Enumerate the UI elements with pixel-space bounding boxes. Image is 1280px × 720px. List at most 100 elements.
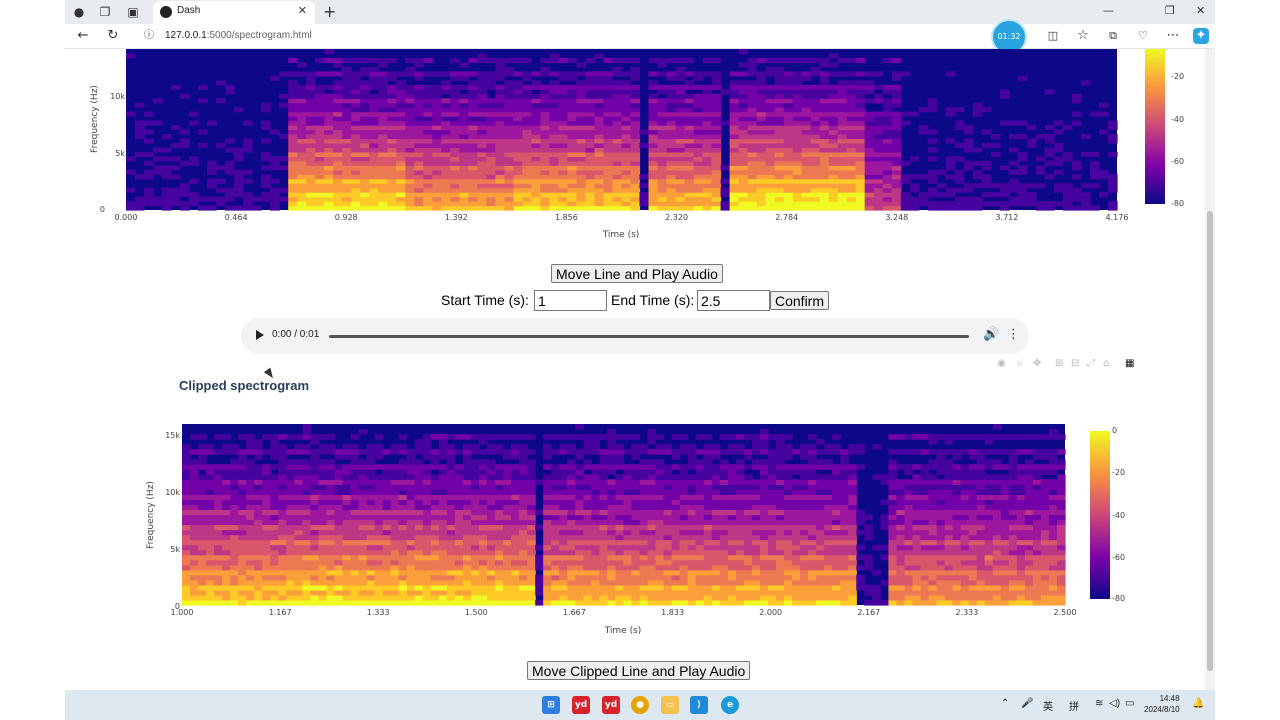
heatmap-cell <box>144 174 154 180</box>
heatmap-cell <box>486 187 496 193</box>
heatmap-cell <box>657 165 668 171</box>
heatmap-cell <box>262 529 271 536</box>
heatmap-cell <box>747 160 758 166</box>
plotly-logo-icon[interactable]: ▦ <box>1125 358 1134 369</box>
heatmap-cell <box>599 499 608 505</box>
split-screen-icon[interactable]: ◫ <box>1045 28 1061 44</box>
heatmap-cell <box>446 499 456 505</box>
zoom-in-icon[interactable]: ⊞ <box>1055 358 1063 369</box>
heatmap-cell <box>378 84 388 90</box>
favorites-icon[interactable]: ☆ <box>1075 28 1091 44</box>
audio-progress-track[interactable] <box>329 335 969 338</box>
profile-icon[interactable]: ● <box>71 4 87 20</box>
window-close-icon[interactable]: ✕ <box>1196 4 1205 17</box>
heatmap-cell <box>711 147 722 153</box>
heatmap-cell <box>479 484 488 490</box>
heatmap-cell <box>246 434 255 440</box>
back-icon[interactable]: ← <box>75 28 91 44</box>
heatmap-cell <box>527 539 536 546</box>
copilot-icon[interactable]: ✦ <box>1193 28 1209 44</box>
confirm-button[interactable]: Confirm <box>770 291 830 310</box>
heatmap-cell <box>615 549 625 556</box>
address-bar[interactable]: 127.0.0.1:5000/spectrogram.html <box>165 30 312 41</box>
heatmap-cell <box>374 464 384 470</box>
pan-icon[interactable]: ✥ <box>1033 358 1041 369</box>
camera-icon[interactable]: ◉ <box>997 358 1006 369</box>
heatmap-cell <box>675 102 686 108</box>
heatmap-cell <box>855 142 866 148</box>
heatmap-cell <box>527 509 536 516</box>
heatmap-cell <box>648 192 659 198</box>
heatmap-cell <box>1062 201 1073 207</box>
tab-dash[interactable]: Dash ✕ <box>153 1 315 24</box>
heatmap-cell <box>459 93 469 99</box>
play-icon[interactable] <box>256 330 264 340</box>
heatmap-cell <box>808 559 817 566</box>
heatmap-cell <box>198 600 207 606</box>
heatmap-cell <box>792 494 801 500</box>
heatmap-cell <box>270 524 279 531</box>
tab-close-icon[interactable]: ✕ <box>298 4 307 17</box>
heatmap-cell <box>286 600 295 606</box>
minimize-icon[interactable]: — <box>1103 4 1114 17</box>
heatmap-cell <box>511 514 520 521</box>
heatmap-cell <box>477 89 487 95</box>
heatmap-cell <box>459 129 469 135</box>
heatmap-cell <box>477 151 487 157</box>
heatmap-cell <box>792 98 803 104</box>
heatmap-cell <box>471 600 480 606</box>
heatmap-cell <box>270 464 279 470</box>
more-menu-icon[interactable]: ⋯ <box>1165 28 1181 44</box>
heatmap-cell <box>279 187 289 193</box>
heatmap-cell <box>711 499 721 505</box>
heatmap-cell <box>519 529 528 536</box>
heatmap-cell <box>747 111 758 117</box>
audio-more-icon[interactable]: ⋮ <box>1007 327 1020 342</box>
end-time-input[interactable] <box>697 290 770 311</box>
heatmap-cell <box>801 116 812 122</box>
extensions-icon[interactable]: ♡ <box>1135 28 1151 44</box>
heatmap-cell <box>477 165 487 171</box>
heatmap-cell <box>576 151 587 157</box>
heatmap-cell <box>655 449 665 455</box>
heatmap-cell <box>558 93 568 99</box>
heatmap-cell <box>702 138 713 144</box>
heatmap-cell <box>576 138 587 144</box>
heatmap-cell <box>760 474 769 480</box>
heatmap-cell <box>999 183 1010 189</box>
collections-icon[interactable]: ⧉ <box>1105 28 1121 44</box>
heatmap-cell <box>743 524 753 531</box>
heatmap-cell <box>378 120 388 126</box>
heatmap-cell <box>846 71 857 77</box>
heatmap-cell <box>671 600 681 606</box>
zoom-out-icon[interactable]: ⊟ <box>1071 358 1079 369</box>
heatmap-cell <box>198 579 207 586</box>
heatmap-cell <box>735 544 745 551</box>
heatmap-cell <box>278 509 287 516</box>
autoscale-icon[interactable]: ⤢ <box>1087 358 1095 369</box>
zoom-icon[interactable]: ⌕ <box>1017 358 1023 369</box>
heatmap-cell <box>702 120 713 126</box>
heatmap-cell <box>711 142 722 148</box>
heatmap-cell <box>342 464 352 470</box>
heatmap-cell <box>655 559 665 566</box>
heatmap-cell <box>783 107 794 113</box>
move-line-play-audio-button[interactable]: Move Line and Play Audio <box>551 264 723 283</box>
heatmap-cell <box>738 156 749 162</box>
heatmap-cell <box>1008 147 1019 153</box>
reload-icon[interactable]: ↻ <box>105 28 121 44</box>
reset-axes-icon[interactable]: ⌂ <box>1103 358 1109 369</box>
volume-icon[interactable]: 🔊 <box>983 327 999 342</box>
heatmap-cell <box>671 519 681 526</box>
start-time-input[interactable] <box>534 290 607 311</box>
new-tab-icon[interactable]: + <box>323 2 336 21</box>
site-info-icon[interactable]: ⓘ <box>141 28 157 44</box>
restore-icon[interactable]: ❐ <box>1165 4 1175 17</box>
workspaces-icon[interactable]: ❐ <box>97 4 113 20</box>
heatmap-cell <box>358 464 368 470</box>
heatmap-cell <box>503 479 512 485</box>
heatmap-cell <box>504 111 514 117</box>
tab-actions-icon[interactable]: ▣ <box>125 4 141 20</box>
heatmap-cell <box>1062 187 1073 193</box>
heatmap-cell <box>774 183 785 189</box>
